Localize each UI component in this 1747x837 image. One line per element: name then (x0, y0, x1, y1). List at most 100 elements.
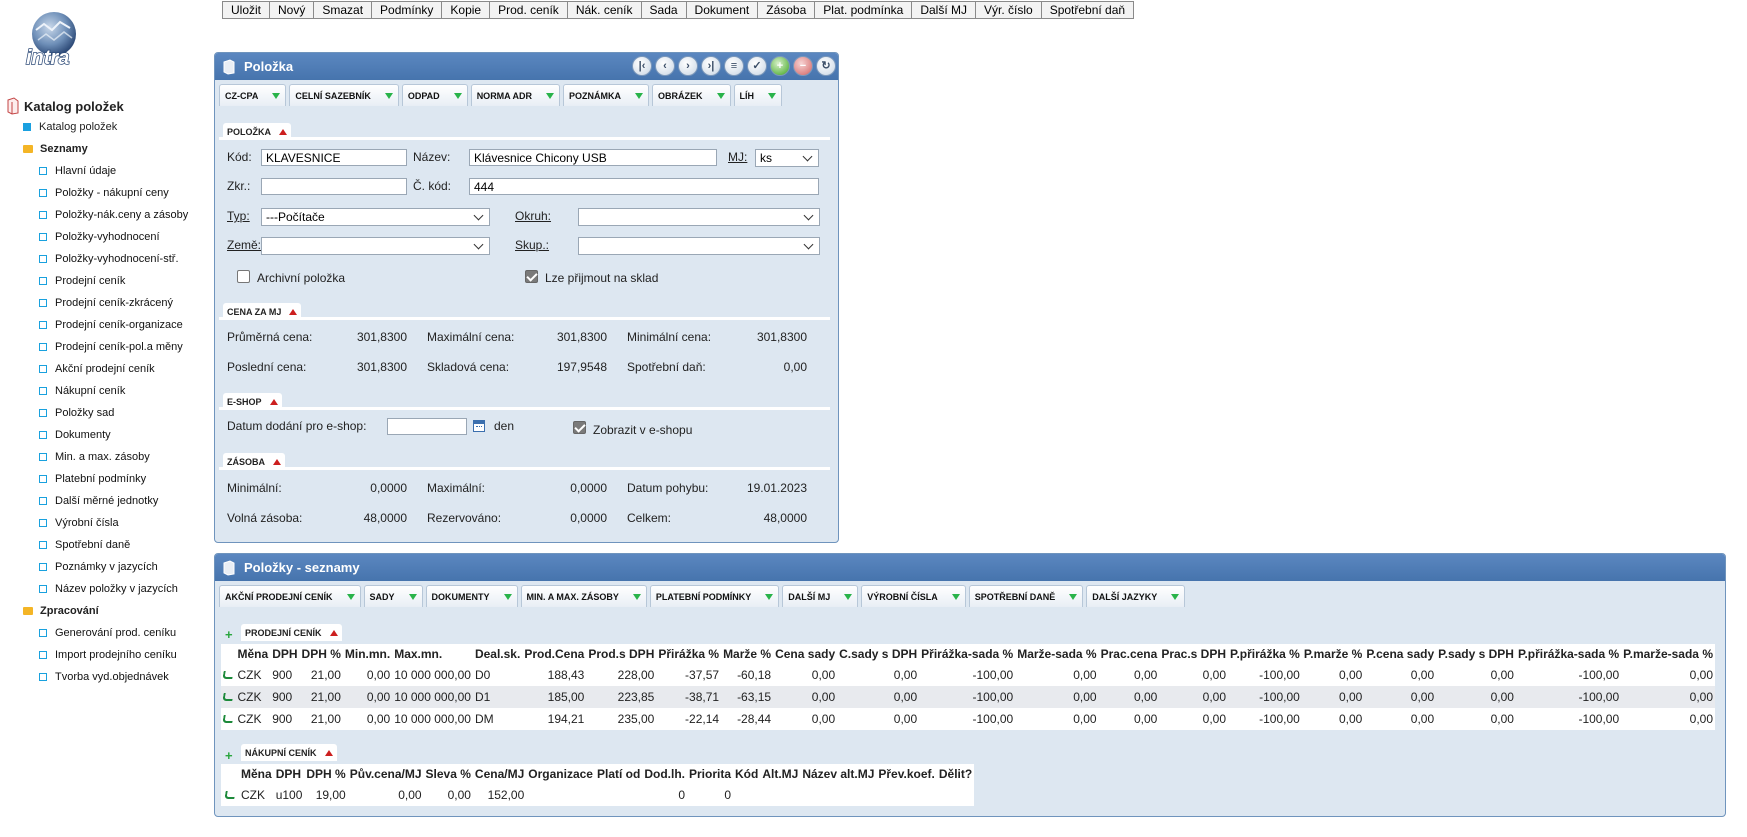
sidebar-item-seznamy-10[interactable]: Nákupní ceník (6, 380, 206, 402)
column-header[interactable]: Platí od (594, 764, 643, 784)
add-nakupni-icon[interactable]: + (225, 748, 233, 763)
okruh-label[interactable]: Okruh: (515, 209, 551, 223)
row-edit-cell[interactable] (221, 708, 236, 730)
sidebar-item-seznamy-2[interactable]: Položky-nák.ceny a zásoby (6, 204, 206, 226)
column-header[interactable]: Název alt.MJ (800, 764, 877, 784)
toolbar-button-9[interactable]: Zásoba (758, 1, 816, 19)
sidebar-item-seznamy-11[interactable]: Položky sad (6, 402, 206, 424)
toolbar-button-7[interactable]: Sada (641, 1, 687, 19)
tab-2[interactable]: ODPAD (401, 84, 468, 106)
tab-7[interactable]: SPOTŘEBNÍ DANĚ (968, 585, 1084, 607)
column-header[interactable]: Pův.cena/MJ (347, 764, 424, 784)
datum-dodani-input[interactable] (387, 418, 467, 435)
section-title[interactable]: CENA ZA MJ (223, 303, 302, 320)
column-header[interactable]: Prod.Cena (522, 644, 587, 664)
column-header[interactable]: Organizace (526, 764, 595, 784)
skup-select[interactable] (578, 237, 820, 255)
tab-5[interactable]: DALŠÍ MJ (782, 585, 859, 607)
prev-record-button[interactable]: ‹ (655, 56, 675, 76)
column-header[interactable]: P.marže-sada % (1621, 644, 1715, 664)
sidebar-item-katalog[interactable]: Katalog položek (6, 116, 206, 138)
row-edit-cell[interactable] (221, 686, 236, 708)
sidebar-item-seznamy-1[interactable]: Položky - nákupní ceny (6, 182, 206, 204)
sidebar-item-seznamy-5[interactable]: Prodejní ceník (6, 270, 206, 292)
column-header[interactable]: Měna (235, 644, 271, 664)
toolbar-button-0[interactable]: Uložit (222, 1, 271, 19)
column-header[interactable]: Deal.sk. (472, 644, 523, 664)
add-record-button[interactable]: + (770, 56, 790, 76)
tab-0[interactable]: CZ-CPA (219, 84, 287, 106)
sidebar-item-seznamy-6[interactable]: Prodejní ceník-zkrácený (6, 292, 206, 314)
calendar-icon[interactable] (473, 420, 485, 432)
typ-label[interactable]: Typ: (227, 209, 250, 223)
sidebar-item-zpracovani-0[interactable]: Generování prod. ceníku (6, 622, 206, 644)
column-header[interactable]: Marže % (721, 644, 774, 664)
column-header[interactable]: C.sady s DPH (837, 644, 920, 664)
column-header[interactable]: Priorita (687, 764, 734, 784)
archiv-checkbox[interactable] (237, 270, 250, 283)
row-edit-cell[interactable] (221, 664, 236, 686)
zobrazit-eshop-checkbox[interactable] (573, 421, 586, 434)
table-row[interactable]: CZK 900 21,00 0,00 10 000 000,00 DM 194,21 235,… (221, 708, 1715, 730)
column-header[interactable]: Kód (733, 764, 761, 784)
zeme-label[interactable]: Země: (227, 238, 261, 252)
column-header[interactable]: Alt.MJ (760, 764, 801, 784)
section-title[interactable]: E-SHOP (223, 393, 282, 410)
row-edit-cell[interactable] (221, 784, 239, 806)
ckod-input[interactable] (469, 178, 819, 195)
nazev-input[interactable] (469, 149, 717, 166)
toolbar-button-13[interactable]: Spotřební daň (1041, 1, 1135, 19)
column-header[interactable]: DPH % (299, 644, 343, 664)
tab-1[interactable]: SADY (363, 585, 423, 607)
column-header[interactable]: Přirážka-sada % (919, 644, 1016, 664)
column-header[interactable]: Dělit? (936, 764, 975, 784)
tab-4[interactable]: POZNÁMKA (563, 84, 650, 106)
sidebar-item-seznamy-17[interactable]: Spotřební daně (6, 534, 206, 556)
column-header[interactable]: DPH (273, 764, 305, 784)
zeme-select[interactable] (261, 237, 490, 255)
sidebar-group-zpracovani[interactable]: Zpracování (6, 600, 206, 622)
column-header[interactable]: Prod.s DPH (586, 644, 657, 664)
column-header[interactable]: Prac.cena (1098, 644, 1160, 664)
toolbar-button-11[interactable]: Další MJ (912, 1, 976, 19)
mj-label[interactable]: MJ: (728, 150, 747, 164)
column-header[interactable]: DPH (270, 644, 300, 664)
zkr-input[interactable] (261, 178, 407, 195)
prodejni-section-title[interactable]: PRODEJNÍ CENÍK (241, 624, 342, 641)
last-record-button[interactable]: ›| (701, 56, 721, 76)
column-header[interactable]: P.přirážka % (1228, 644, 1302, 664)
sidebar-item-seznamy-7[interactable]: Prodejní ceník-organizace (6, 314, 206, 336)
okruh-select[interactable] (578, 208, 820, 226)
list-icon-button[interactable]: ≡ (724, 56, 744, 76)
toolbar-button-6[interactable]: Nák. ceník (567, 1, 642, 19)
sklad-checkbox[interactable] (525, 270, 538, 283)
table-row[interactable]: CZK 900 21,00 0,00 10 000 000,00 D1 185,00 223,… (221, 686, 1715, 708)
column-header[interactable]: Měna (239, 764, 274, 784)
sidebar-item-seznamy-8[interactable]: Prodejní ceník-pol.a měny (6, 336, 206, 358)
add-prodejni-icon[interactable]: + (225, 627, 233, 642)
tab-5[interactable]: OBRÁZEK (652, 84, 731, 106)
confirm-check-button[interactable]: ✓ (747, 56, 767, 76)
toolbar-button-12[interactable]: Výr. číslo (976, 1, 1042, 19)
toolbar-button-3[interactable]: Podmínky (372, 1, 443, 19)
sidebar-item-seznamy-12[interactable]: Dokumenty (6, 424, 206, 446)
toolbar-button-1[interactable]: Nový (270, 1, 315, 19)
sidebar-item-seznamy-19[interactable]: Název položky v jazycích (6, 578, 206, 600)
column-header[interactable]: Sleva % (423, 764, 473, 784)
section-title[interactable]: POLOŽKA (223, 123, 291, 140)
sidebar-item-seznamy-16[interactable]: Výrobní čísla (6, 512, 206, 534)
column-header[interactable]: Cena/MJ (472, 764, 527, 784)
column-header[interactable]: Cena sady (773, 644, 838, 664)
nakupni-section-title[interactable]: NÁKUPNÍ CENÍK (241, 744, 337, 761)
tab-0[interactable]: AKČNÍ PRODEJNÍ CENÍK (219, 585, 361, 607)
section-title[interactable]: ZÁSOBA (223, 453, 285, 470)
table-row[interactable]: CZK u100 19,00 0,00 0,00 152,00 0 0 (221, 784, 975, 806)
column-header[interactable]: P.cena sady (1364, 644, 1437, 664)
refresh-button[interactable]: ↻ (816, 56, 836, 76)
mj-select[interactable]: ks (755, 149, 819, 167)
column-header[interactable]: Přirážka % (656, 644, 722, 664)
sidebar-item-seznamy-9[interactable]: Akční prodejní ceník (6, 358, 206, 380)
toolbar-button-10[interactable]: Plat. podmínka (815, 1, 913, 19)
tab-3[interactable]: NORMA ADR (470, 84, 561, 106)
sidebar-item-seznamy-3[interactable]: Položky-vyhodnocení (6, 226, 206, 248)
